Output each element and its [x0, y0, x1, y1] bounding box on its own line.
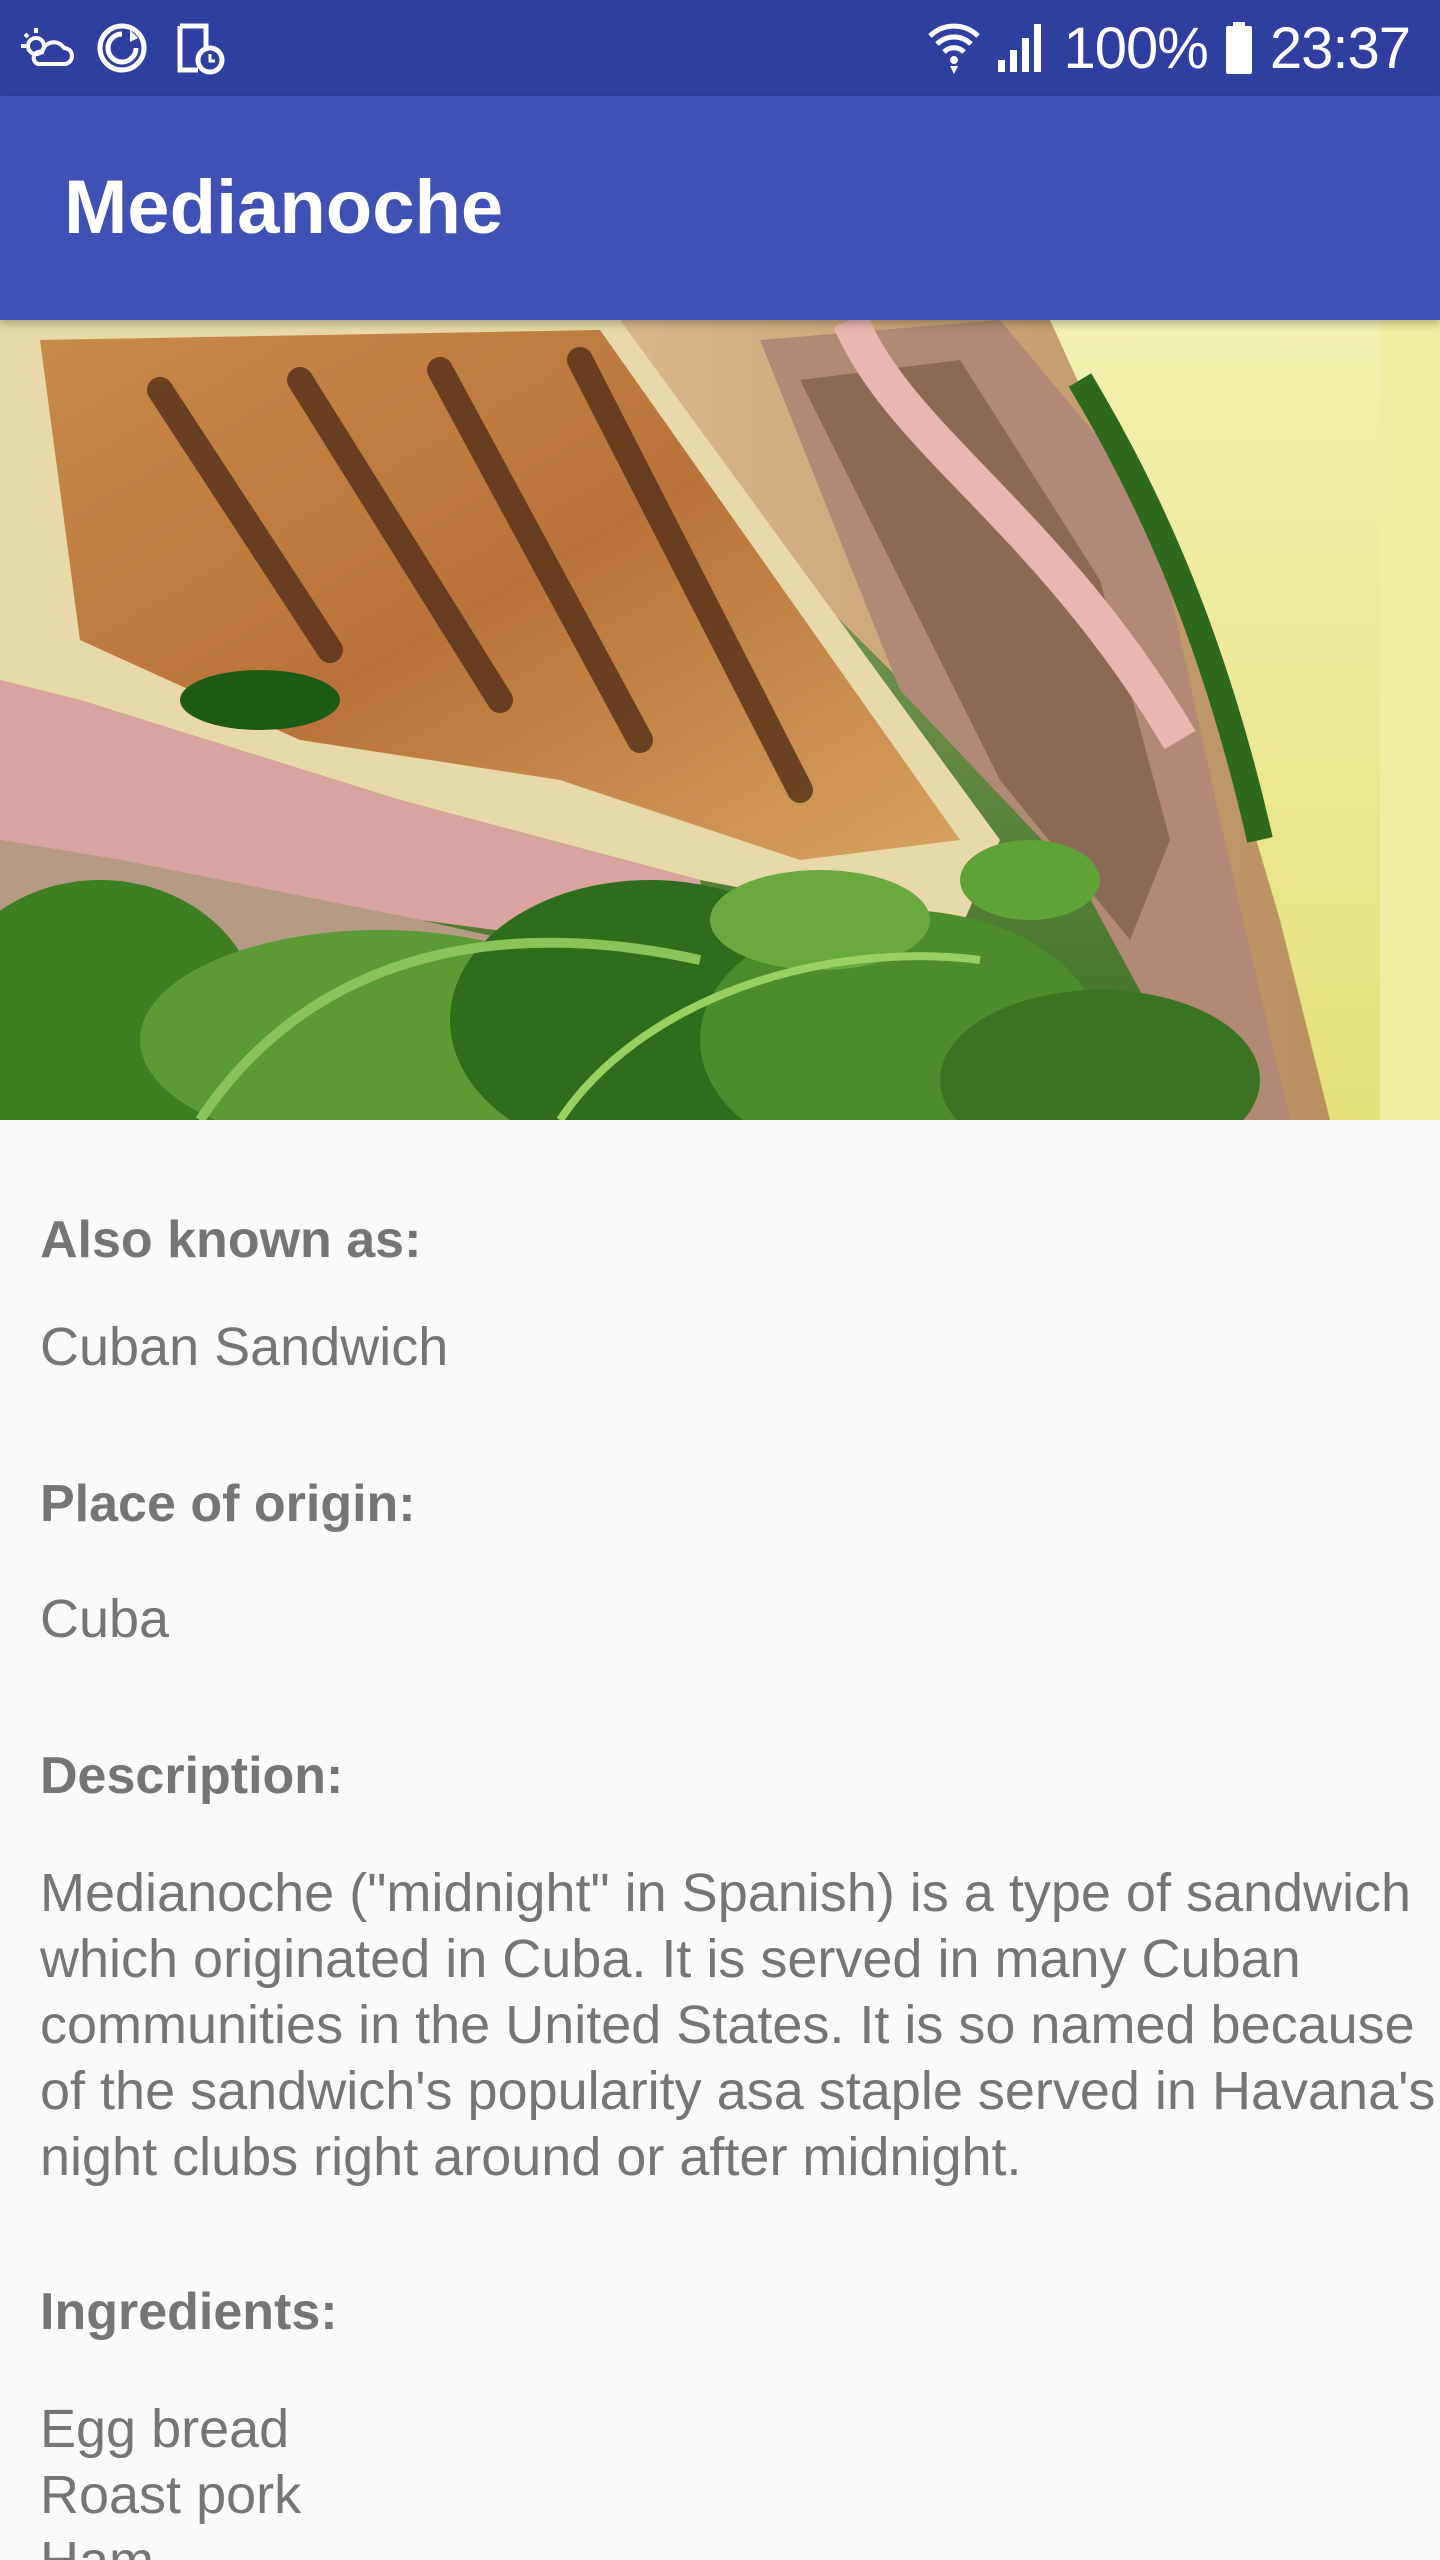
description-text: which originated in Cuba. It is served i… — [40, 1929, 1301, 1989]
ingredient-item: Egg bread — [40, 2399, 290, 2459]
description-label: Description: — [40, 1747, 344, 1805]
status-icons-left — [18, 14, 226, 82]
description-text: night clubs right around or after midnig… — [40, 2127, 1022, 2187]
battery-icon — [1224, 20, 1254, 76]
ingredient-item: Roast pork — [40, 2465, 302, 2525]
screen: 100% 23:37 Medianoche Also known as: Cub… — [0, 0, 1440, 2560]
app-bar: Medianoche — [0, 96, 1440, 320]
sync-icon — [94, 20, 150, 76]
signal-icon — [996, 22, 1048, 74]
status-bar: 100% 23:37 — [0, 0, 1440, 96]
page-title: Medianoche — [64, 165, 504, 250]
also-known-as-label: Also known as: — [40, 1211, 422, 1269]
place-of-origin-label: Place of origin: — [40, 1475, 416, 1533]
status-icons-right: 100% 23:37 — [927, 0, 1411, 96]
description-text: communities in the United States. It is … — [40, 1995, 1415, 2055]
description-text: Medianoche ("midnight" in Spanish) is a … — [40, 1863, 1412, 1923]
sandwich-photo — [0, 320, 1440, 1120]
description-text: of the sandwich's popularity asa staple … — [40, 2061, 1436, 2121]
weather-icon — [18, 20, 74, 76]
clock: 23:37 — [1269, 15, 1411, 81]
ingredient-item: Ham — [40, 2528, 154, 2560]
clipboard-clock-icon — [170, 20, 226, 76]
battery-percent: 100% — [1063, 15, 1209, 81]
ingredients-label: Ingredients: — [40, 2283, 338, 2341]
place-of-origin-value: Cuba — [40, 1589, 170, 1649]
also-known-as-value: Cuban Sandwich — [40, 1317, 449, 1377]
wifi-icon — [927, 20, 980, 76]
